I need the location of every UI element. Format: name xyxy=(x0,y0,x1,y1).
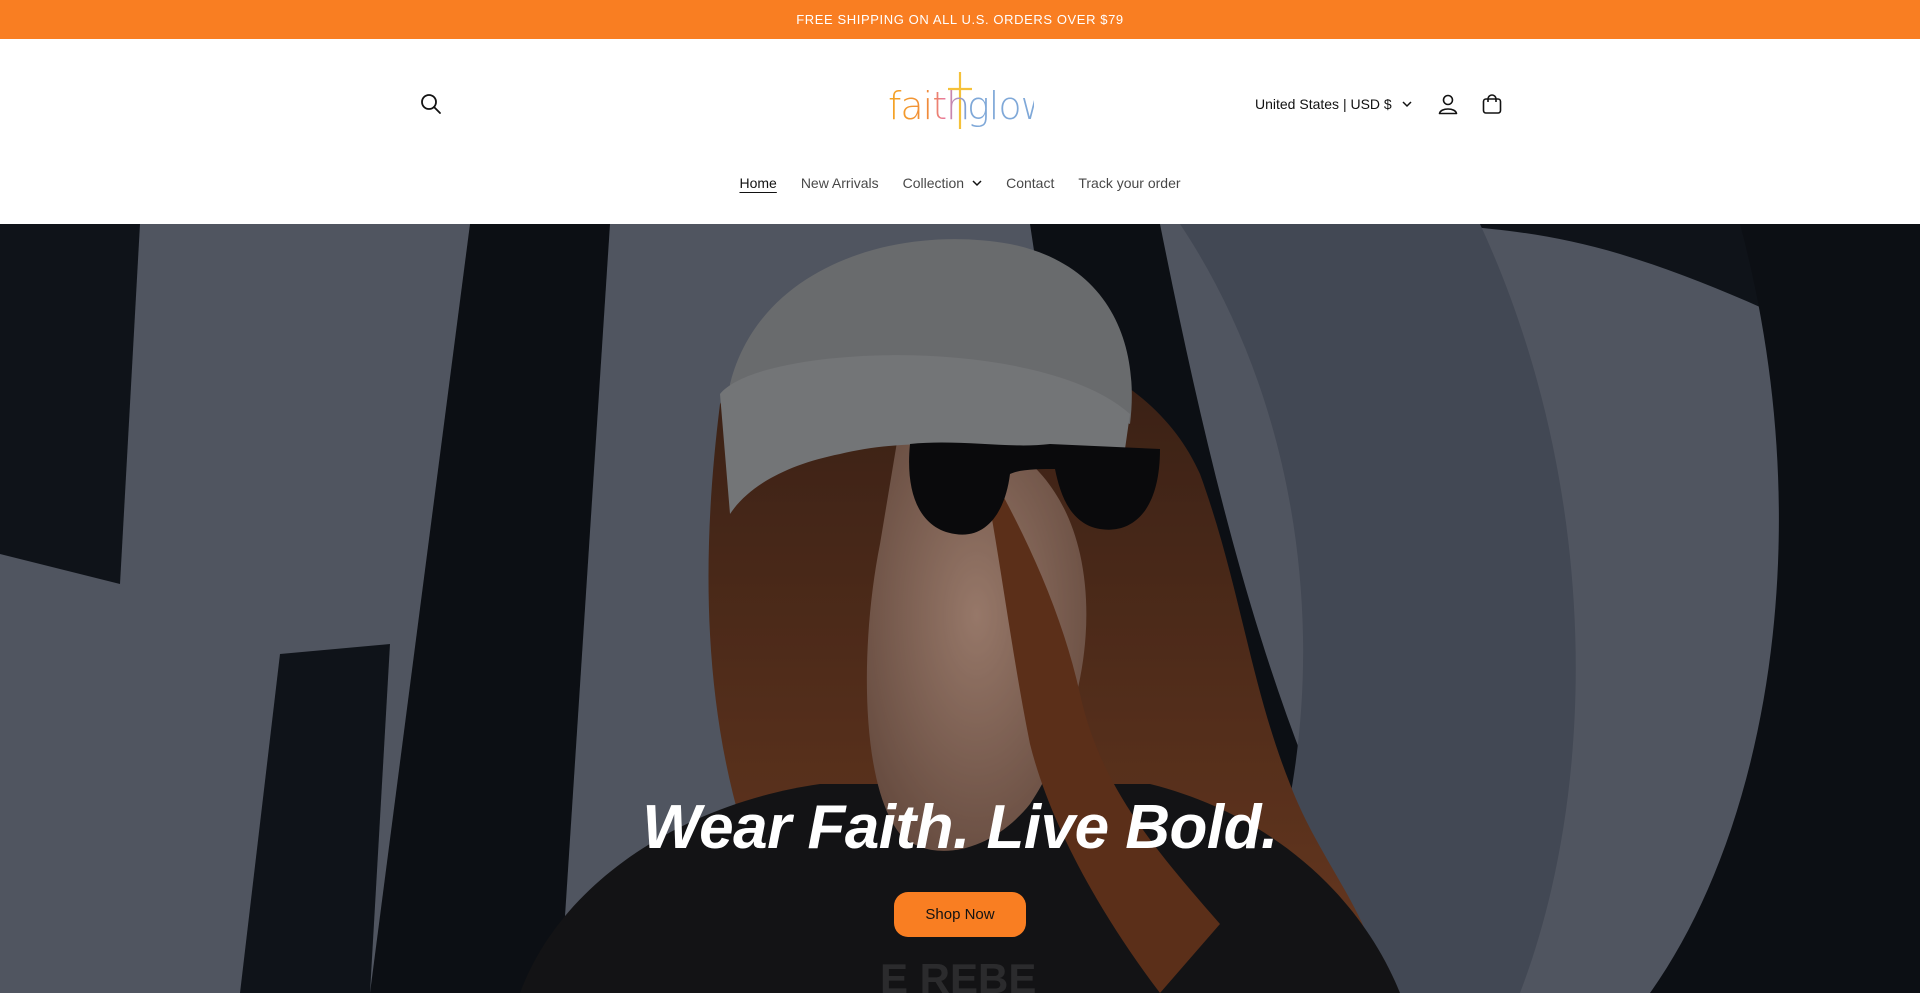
logo-mark: faith glow xyxy=(888,72,1052,129)
search-button[interactable] xyxy=(411,84,451,124)
hero-headline: Wear Faith. Live Bold. xyxy=(642,793,1278,862)
account-icon xyxy=(1438,94,1458,115)
cart-icon xyxy=(1482,94,1502,114)
cart-button[interactable] xyxy=(1472,84,1512,124)
svg-text:glow: glow xyxy=(967,84,1034,128)
country-selector[interactable]: United States | USD $ xyxy=(1255,91,1412,117)
nav-item-contact[interactable]: Contact xyxy=(994,167,1066,199)
chevron-down-icon xyxy=(1402,101,1412,108)
logo-text: faith xyxy=(888,84,969,128)
announcement-bar: FREE SHIPPING ON ALL U.S. ORDERS OVER $7… xyxy=(0,0,1920,39)
nav-item-new-arrivals[interactable]: New Arrivals xyxy=(789,167,891,199)
hero-overlay xyxy=(0,224,1920,993)
nav-label: Contact xyxy=(1006,175,1055,191)
shop-now-label: Shop Now xyxy=(925,906,995,923)
search-icon xyxy=(421,94,441,114)
announcement-text: FREE SHIPPING ON ALL U.S. ORDERS OVER $7… xyxy=(796,12,1124,27)
nav-item-home[interactable]: Home xyxy=(727,167,788,199)
shop-now-button[interactable]: Shop Now xyxy=(894,892,1026,937)
nav-item-collection[interactable]: Collection xyxy=(891,167,994,199)
nav-label: Track your order xyxy=(1078,175,1181,191)
main-nav: Home New Arrivals Collection Contact Tra… xyxy=(0,163,1920,203)
site-header: faith glow United States | USD $ Home Ne… xyxy=(0,39,1920,224)
account-button[interactable] xyxy=(1428,84,1468,124)
nav-item-track-order[interactable]: Track your order xyxy=(1066,167,1192,199)
nav-label: New Arrivals xyxy=(800,175,879,191)
brand-logo[interactable]: faith glow xyxy=(884,67,1052,137)
country-selector-label: United States | USD $ xyxy=(1255,96,1392,112)
nav-label: Home xyxy=(739,175,777,191)
hero-banner: E REBE Wear Faith. Live Bold. Shop Now xyxy=(0,224,1920,993)
chevron-down-icon xyxy=(972,180,982,187)
nav-label: Collection xyxy=(902,175,965,191)
